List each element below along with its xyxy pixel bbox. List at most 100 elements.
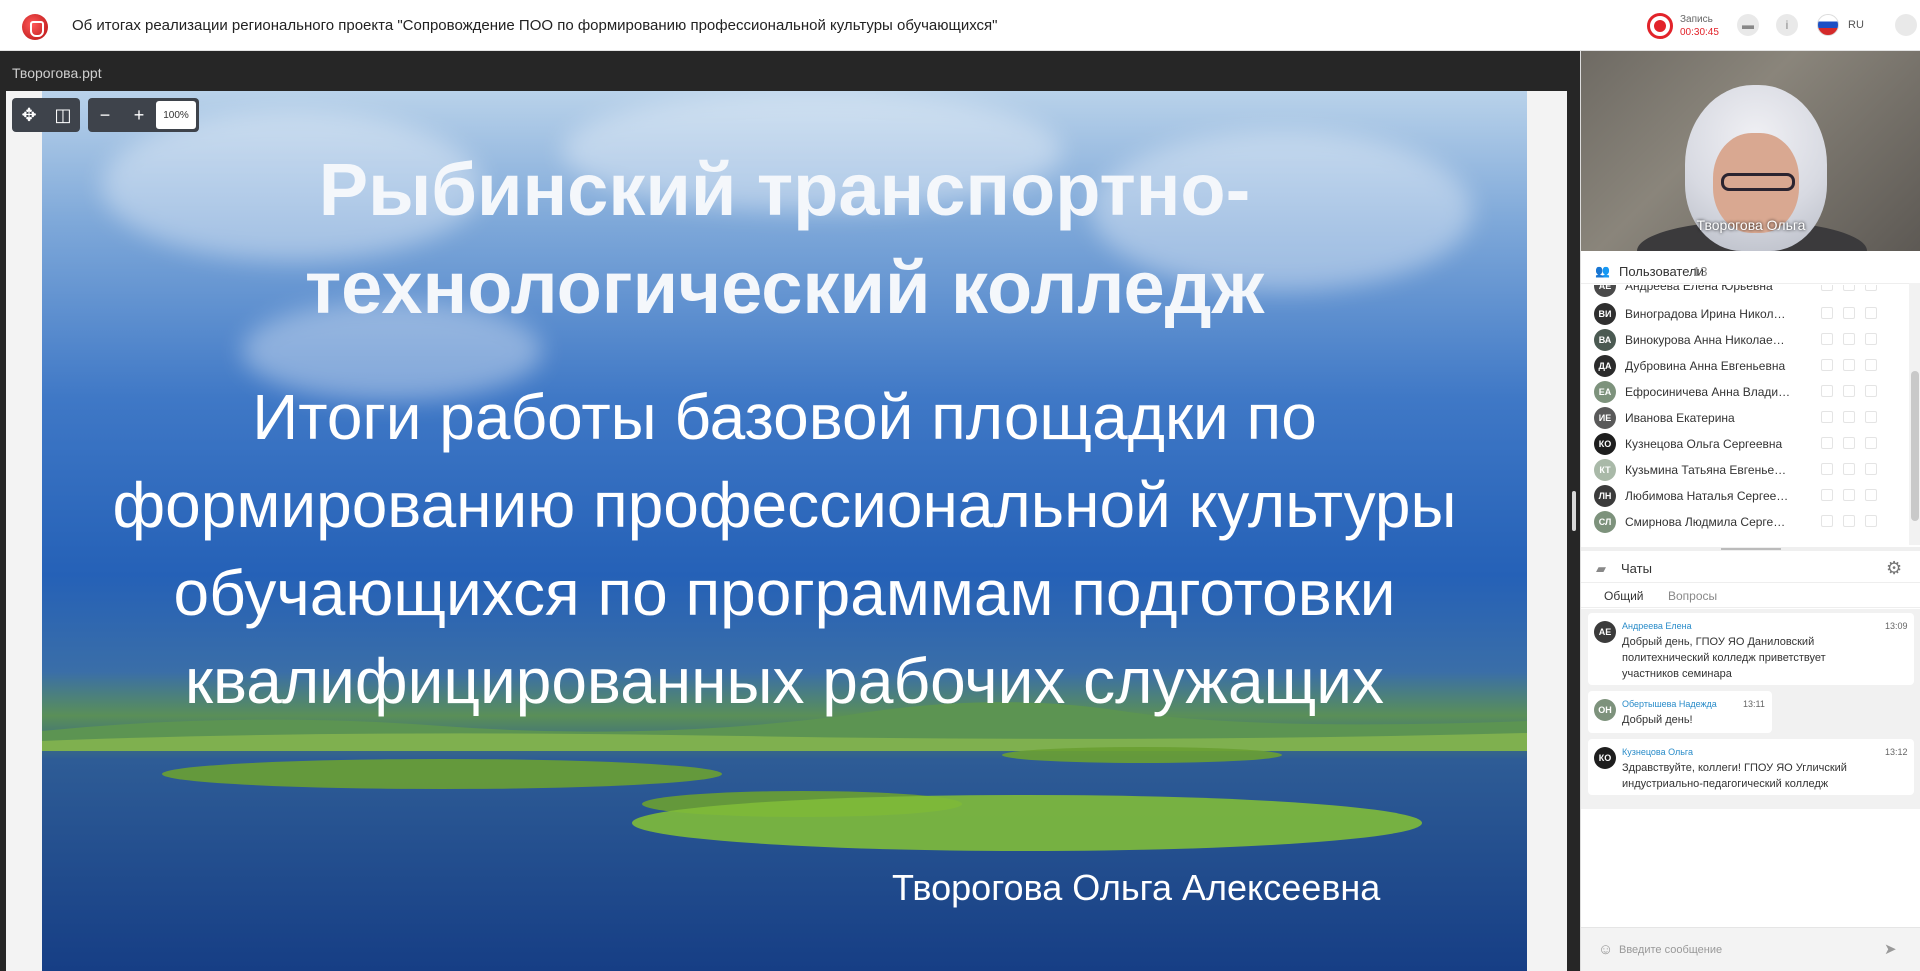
user-avatar: ВА	[1594, 329, 1616, 351]
presentation-area: Творогова.ppt Рыбинский транспортно- тех…	[0, 51, 1580, 971]
screen-icon[interactable]	[1865, 489, 1877, 501]
send-icon[interactable]: ➤	[1884, 940, 1897, 958]
mic-icon[interactable]	[1821, 437, 1833, 449]
user-name: Дубровина Анна Евгеньевна	[1625, 359, 1786, 373]
user-avatar: КТ	[1594, 459, 1616, 481]
camera-icon[interactable]	[1843, 285, 1855, 291]
user-avatar: АЕ	[1594, 285, 1616, 297]
camera-icon[interactable]	[1843, 437, 1855, 449]
user-name: Ефросиничева Анна Владимировна	[1625, 385, 1791, 399]
record-icon[interactable]	[1647, 13, 1673, 39]
user-name: Винокурова Анна Николаевна	[1625, 333, 1791, 347]
user-name: Иванова Екатерина	[1625, 411, 1735, 425]
user-row[interactable]: АЕ Андреева Елена Юрьевна	[1581, 285, 1911, 299]
screen-icon[interactable]	[1865, 307, 1877, 319]
message-time: 13:11	[1743, 699, 1765, 709]
mic-icon[interactable]	[1821, 515, 1833, 527]
russia-flag-icon[interactable]	[1817, 14, 1839, 36]
mic-icon[interactable]	[1821, 411, 1833, 423]
user-avatar: ВИ	[1594, 303, 1616, 325]
video-tile[interactable]: Творогова Ольга	[1581, 51, 1920, 251]
camera-icon[interactable]	[1843, 385, 1855, 397]
reed-shape	[1002, 747, 1282, 763]
slide-title-line: Рыбинский транспортно-	[318, 148, 1251, 231]
move-icon[interactable]: ✥	[12, 98, 46, 132]
camera-icon[interactable]	[1843, 359, 1855, 371]
screen-icon[interactable]	[1865, 463, 1877, 475]
user-row[interactable]: ИЕ Иванова Екатерина	[1581, 405, 1911, 431]
menu-icon[interactable]	[1895, 14, 1917, 36]
mic-icon[interactable]	[1821, 333, 1833, 345]
view-tools: ✥ ◫	[12, 98, 80, 132]
zoom-out-button[interactable]: −	[88, 98, 122, 132]
message-line: политехнический колледж приветствует	[1622, 652, 1826, 664]
camera-icon[interactable]	[1843, 489, 1855, 501]
screen-icon[interactable]	[1865, 385, 1877, 397]
gear-icon[interactable]: ⚙	[1886, 558, 1902, 579]
message-author[interactable]: Обертышева Надежда	[1622, 699, 1717, 709]
message-input-bar: ☺ ➤	[1581, 927, 1920, 971]
slide-frame: Рыбинский транспортно- технологический к…	[6, 91, 1567, 971]
message-input[interactable]	[1619, 939, 1859, 961]
user-name: Кузнецова Ольга Сергеевна	[1625, 437, 1783, 451]
screen-icon[interactable]	[1865, 359, 1877, 371]
camera-icon[interactable]	[1843, 463, 1855, 475]
tabs-divider	[1581, 607, 1920, 608]
slide-title: Рыбинский транспортно- технологический к…	[42, 141, 1527, 337]
panel-resize-handle[interactable]	[1581, 547, 1920, 551]
slide-author: Творогова Ольга Алексеевна	[892, 867, 1381, 908]
screen-icon[interactable]	[1865, 515, 1877, 527]
user-row[interactable]: ВА Винокурова Анна Николаевна	[1581, 327, 1911, 353]
slide-subtitle-line: квалифицированных рабочих служащих	[184, 645, 1385, 717]
user-avatar: ДА	[1594, 355, 1616, 377]
slide-subtitle-line: формированию профессиональной культуры	[112, 469, 1457, 541]
mic-icon[interactable]	[1821, 307, 1833, 319]
mic-icon[interactable]	[1821, 489, 1833, 501]
screen-icon[interactable]	[1865, 285, 1877, 291]
user-row[interactable]: ЛН Любимова Наталья Сергеевна	[1581, 483, 1911, 509]
camera-icon[interactable]	[1843, 333, 1855, 345]
folder-icon[interactable]: ▬	[1737, 14, 1759, 36]
mic-icon[interactable]	[1821, 285, 1833, 291]
slide: Рыбинский транспортно- технологический к…	[42, 91, 1527, 971]
message-text: Добрый день!	[1622, 712, 1693, 728]
screen-icon[interactable]	[1865, 437, 1877, 449]
chats-header: ▰ Чаты ⚙	[1581, 553, 1920, 583]
message-avatar: ОН	[1594, 699, 1616, 721]
fit-width-icon[interactable]: ◫	[46, 98, 80, 132]
camera-icon[interactable]	[1843, 307, 1855, 319]
video-person-shape	[1721, 173, 1795, 191]
presentation-filename: Творогова.ppt	[12, 65, 102, 81]
user-row[interactable]: ВИ Виноградова Ирина Николаевна	[1581, 301, 1911, 327]
message-author[interactable]: Андреева Елена	[1622, 621, 1692, 631]
message-text: Добрый день, ГПОУ ЯО Даниловский политех…	[1622, 634, 1826, 682]
user-row[interactable]: СЛ Смирнова Людмила Сергеевна	[1581, 509, 1911, 535]
mic-icon[interactable]	[1821, 385, 1833, 397]
language-selector[interactable]: RU	[1848, 19, 1864, 31]
emoji-icon[interactable]: ☺	[1598, 941, 1613, 958]
record-label: Запись	[1680, 14, 1713, 25]
split-handle[interactable]	[1572, 491, 1576, 531]
user-row[interactable]: КО Кузнецова Ольга Сергеевна	[1581, 431, 1911, 457]
camera-icon[interactable]	[1843, 515, 1855, 527]
users-scrollbar-thumb[interactable]	[1911, 371, 1919, 521]
zoom-level[interactable]: 100%	[156, 101, 196, 129]
record-time: 00:30:45	[1680, 27, 1719, 38]
user-row[interactable]: КТ Кузьмина Татьяна Евгеньевна	[1581, 457, 1911, 483]
user-row[interactable]: ДА Дубровина Анна Евгеньевна	[1581, 353, 1911, 379]
screen-icon[interactable]	[1865, 411, 1877, 423]
message-author[interactable]: Кузнецова Ольга	[1622, 747, 1693, 757]
zoom-in-button[interactable]: +	[122, 98, 156, 132]
user-row[interactable]: ЕА Ефросиничева Анна Владимировна	[1581, 379, 1911, 405]
info-icon[interactable]: i	[1776, 14, 1798, 36]
top-bar: Об итогах реализации регионального проек…	[0, 0, 1920, 51]
user-name: Андреева Елена Юрьевна	[1625, 285, 1773, 293]
screen-icon[interactable]	[1865, 333, 1877, 345]
message-avatar: КО	[1594, 747, 1616, 769]
mic-icon[interactable]	[1821, 463, 1833, 475]
message-line: Добрый день!	[1622, 714, 1693, 726]
message-avatar: АЕ	[1594, 621, 1616, 643]
mic-icon[interactable]	[1821, 359, 1833, 371]
message-time: 13:09	[1885, 621, 1908, 631]
camera-icon[interactable]	[1843, 411, 1855, 423]
